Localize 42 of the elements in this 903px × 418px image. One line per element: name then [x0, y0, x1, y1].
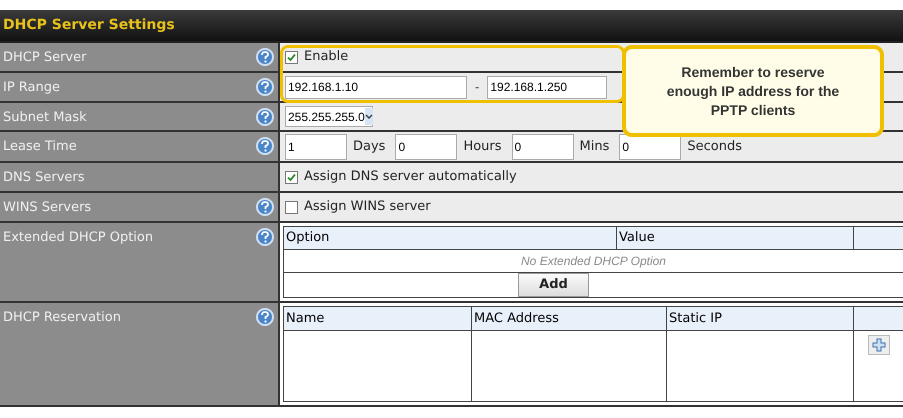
- help-icon[interactable]: [256, 78, 274, 96]
- select-field[interactable]: 255.255.255.0: [285, 106, 373, 127]
- field-label: Extended DHCP Option: [3, 229, 154, 247]
- input-field[interactable]: 1: [285, 134, 347, 160]
- field-label: Subnet Mask: [3, 109, 87, 127]
- checkbox[interactable]: [285, 200, 298, 214]
- section-title: DHCP Server Settings: [3, 16, 175, 35]
- help-icon[interactable]: [256, 228, 274, 246]
- field-label: DHCP Server: [3, 49, 86, 67]
- column-header: Static IP: [667, 307, 854, 330]
- checkbox-label: Assign WINS server: [304, 198, 431, 216]
- field-label: DNS Servers: [3, 169, 85, 187]
- help-icon[interactable]: [256, 48, 274, 66]
- checkbox-label: Assign DNS server automatically: [304, 168, 517, 186]
- input-field[interactable]: 0: [512, 134, 574, 160]
- column-header: Value: [617, 227, 854, 249]
- checkbox[interactable]: [285, 50, 298, 64]
- field-label: IP Range: [3, 79, 60, 97]
- add-row-button[interactable]: [868, 335, 890, 355]
- input-field[interactable]: 192.168.1.10: [285, 76, 467, 98]
- checkbox-label: Enable: [304, 48, 348, 66]
- unit-label: Days: [353, 138, 386, 156]
- help-icon[interactable]: [256, 198, 274, 216]
- field-label: WINS Servers: [3, 199, 92, 217]
- unit-label: Hours: [463, 138, 502, 156]
- help-icon[interactable]: [256, 137, 274, 155]
- input-field[interactable]: 192.168.1.250: [487, 76, 608, 98]
- column-header: MAC Address: [472, 307, 667, 330]
- checkbox[interactable]: [285, 170, 298, 184]
- input-field[interactable]: 0: [395, 134, 458, 160]
- unit-label: Seconds: [687, 138, 742, 156]
- help-icon[interactable]: [256, 308, 274, 326]
- column-header: Name: [284, 307, 472, 330]
- add-button[interactable]: Add: [518, 273, 589, 297]
- callout-text: Remember to reserve enough IP address for the PPTP clients: [666, 62, 840, 120]
- range-separator: -: [475, 79, 480, 96]
- empty-message: No Extended DHCP Option: [521, 252, 666, 270]
- unit-label: Mins: [580, 138, 610, 156]
- field-label: Lease Time: [3, 138, 77, 156]
- help-icon[interactable]: [256, 108, 274, 126]
- column-header: Option: [284, 227, 617, 249]
- field-label: DHCP Reservation: [3, 309, 121, 327]
